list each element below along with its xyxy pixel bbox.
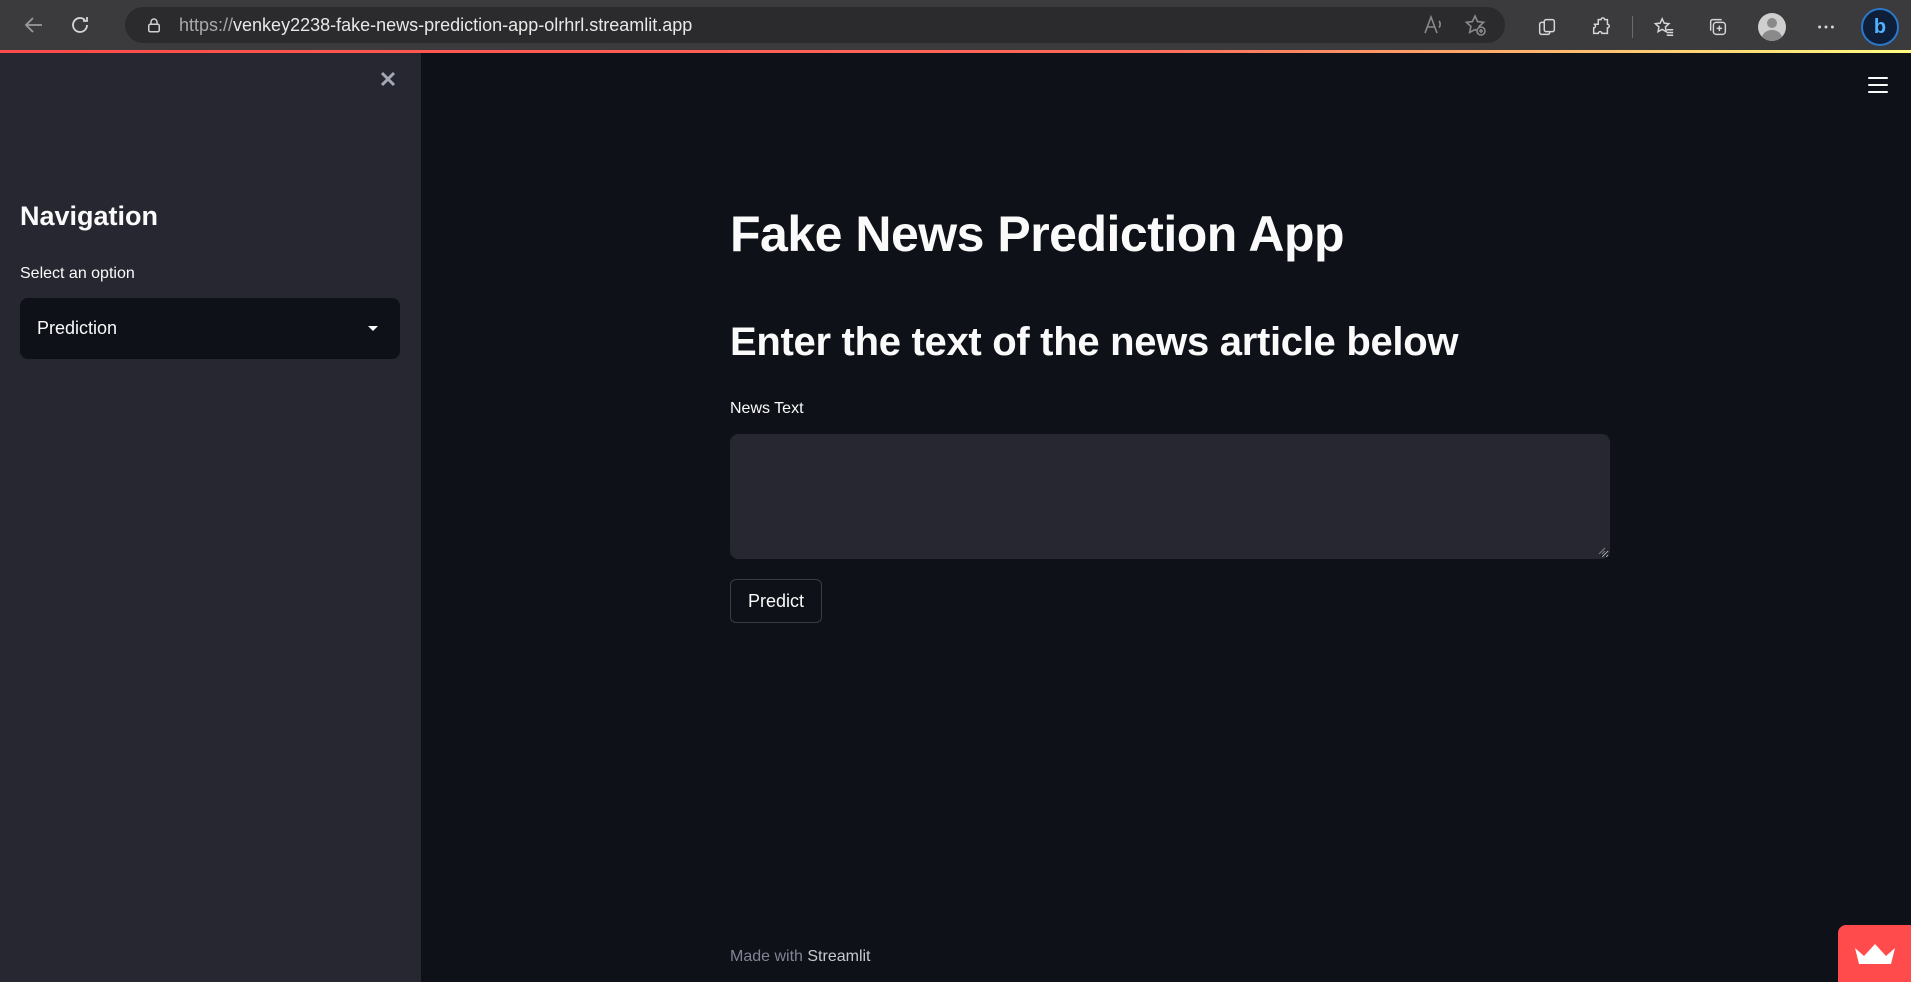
footer-prefix: Made with (730, 948, 803, 965)
screenshot-icon (1538, 18, 1556, 36)
collections-icon (1709, 18, 1727, 36)
resize-handle-icon[interactable] (1596, 545, 1606, 555)
news-text-input[interactable] (730, 434, 1610, 559)
streamlit-link[interactable]: Streamlit (807, 948, 870, 965)
hamburger-line (1868, 84, 1888, 86)
toolbar-divider (1632, 16, 1633, 38)
favorites-icon (1653, 16, 1674, 36)
navigation-select[interactable]: Prediction (20, 298, 400, 359)
profile-button[interactable] (1745, 10, 1799, 44)
more-icon (1818, 25, 1834, 29)
refresh-button[interactable] (60, 5, 100, 45)
news-text-label: News Text (730, 400, 804, 417)
add-favorite-icon[interactable] (1463, 13, 1487, 37)
browser-toolbar: https://venkey2238-fake-news-prediction-… (0, 0, 1911, 50)
footer: Made with Streamlit (730, 948, 871, 966)
streamlit-badge-button[interactable] (1838, 925, 1911, 982)
avatar (1758, 13, 1786, 41)
address-bar[interactable]: https://venkey2238-fake-news-prediction-… (125, 7, 1505, 43)
select-value: Prediction (37, 318, 118, 338)
back-button[interactable] (14, 5, 54, 45)
crown-icon (1854, 943, 1895, 964)
more-button[interactable] (1799, 10, 1853, 44)
sidebar-title: Navigation (20, 201, 159, 231)
main-menu-button[interactable] (1868, 77, 1888, 93)
collections-icon-button[interactable] (1691, 10, 1745, 44)
page-title: Fake News Prediction App (730, 206, 1345, 262)
bing-chat-button[interactable]: b (1861, 8, 1899, 46)
section-subheader: Enter the text of the news article below (730, 320, 1459, 364)
collections-button[interactable] (1520, 10, 1574, 44)
url-host: venkey2238-fake-news-prediction-app-olrh… (233, 14, 693, 35)
read-aloud-icon[interactable] (1421, 13, 1445, 37)
predict-button[interactable]: Predict (730, 579, 822, 623)
lock-icon (148, 18, 160, 33)
puzzle-icon (1592, 17, 1610, 35)
bing-icon: b (1873, 15, 1887, 38)
extensions-button[interactable] (1574, 10, 1628, 44)
refresh-icon (72, 17, 88, 33)
back-arrow-icon (24, 17, 42, 33)
sidebar: Navigation Select an option Prediction (0, 53, 421, 982)
favorites-button[interactable] (1637, 10, 1691, 44)
url-prefix: https:// (179, 14, 234, 35)
url-text[interactable]: https://venkey2238-fake-news-prediction-… (179, 15, 692, 36)
close-sidebar-icon[interactable] (376, 67, 400, 91)
select-label: Select an option (20, 265, 135, 282)
hamburger-line (1868, 91, 1888, 93)
hamburger-line (1868, 77, 1888, 79)
chevron-down-icon (368, 326, 378, 331)
